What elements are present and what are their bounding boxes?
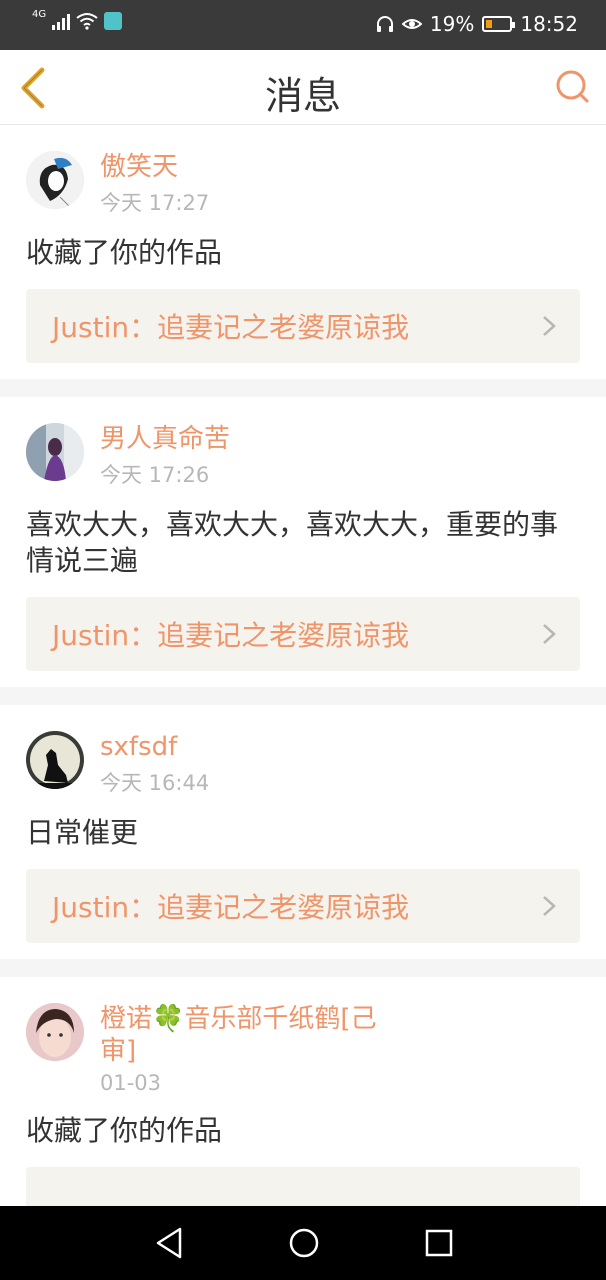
- recent-apps-icon[interactable]: [424, 1226, 454, 1260]
- user-name[interactable]: 橙诺🍀音乐部千纸鹤[己审]: [100, 1003, 400, 1067]
- search-icon[interactable]: [554, 68, 590, 104]
- user-name[interactable]: sxfsdf: [100, 731, 400, 763]
- work-title: Justin：追妻记之老婆原谅我: [52, 891, 410, 924]
- message-time: 今天 17:26: [100, 463, 210, 487]
- eye-icon: [401, 19, 422, 29]
- message-content: 收藏了你的作品: [26, 236, 223, 269]
- message-time: 今天 16:44: [100, 771, 210, 795]
- header: 消息: [0, 50, 606, 125]
- message-card: sxfsdf 今天 16:44 日常催更 Justin：追妻记之老婆原谅我: [0, 705, 606, 959]
- message-content: 日常催更: [26, 816, 139, 849]
- back-triangle-icon[interactable]: [154, 1226, 184, 1260]
- battery-percent: 19%: [429, 12, 475, 36]
- work-link[interactable]: Justin：追妻记之老婆原谅我: [26, 289, 580, 363]
- work-link[interactable]: Justin：追妻记之老婆原谅我: [26, 869, 580, 943]
- avatar[interactable]: [26, 151, 84, 209]
- work-link[interactable]: Justin：追妻记之老婆原谅我: [26, 597, 580, 671]
- battery-icon: [482, 16, 516, 32]
- home-circle-icon[interactable]: [288, 1226, 320, 1260]
- book-app-icon: [104, 12, 123, 30]
- avatar[interactable]: [26, 1003, 84, 1061]
- message-card: 男人真命苦 今天 17:26 喜欢大大，喜欢大大，喜欢大大，重要的事情说三遍 J…: [0, 397, 606, 687]
- page-title: 消息: [264, 74, 341, 118]
- message-time: 今天 17:27: [100, 191, 210, 215]
- chevron-right-icon: [543, 896, 556, 916]
- message-card: 傲笑天 今天 17:27 收藏了你的作品 Justin：追妻记之老婆原谅我: [0, 125, 606, 379]
- chevron-right-icon: [543, 624, 556, 644]
- work-title: Justin：追妻记之老婆原谅我: [52, 619, 410, 652]
- user-name[interactable]: 傲笑天: [100, 151, 400, 183]
- user-name[interactable]: 男人真命苦: [100, 423, 400, 455]
- wifi-icon: [76, 13, 98, 30]
- avatar[interactable]: [26, 423, 84, 481]
- message-time: 01-03: [100, 1071, 162, 1095]
- network-type: 4G: [32, 8, 47, 20]
- headphones-icon: [376, 16, 393, 32]
- avatar[interactable]: [26, 731, 84, 789]
- system-nav-bar: [0, 1206, 606, 1280]
- message-content: 收藏了你的作品: [26, 1114, 223, 1147]
- chevron-right-icon: [543, 316, 556, 336]
- message-list: 傲笑天 今天 17:27 收藏了你的作品 Justin：追妻记之老婆原谅我 男人…: [0, 125, 606, 1275]
- work-title: Justin：追妻记之老婆原谅我: [52, 311, 410, 344]
- signal-icon: [52, 12, 71, 30]
- status-bar: 4G 19% 18:52: [0, 0, 606, 50]
- clock: 18:52: [520, 12, 578, 36]
- message-content: 喜欢大大，喜欢大大，喜欢大大，重要的事情说三遍: [26, 508, 559, 577]
